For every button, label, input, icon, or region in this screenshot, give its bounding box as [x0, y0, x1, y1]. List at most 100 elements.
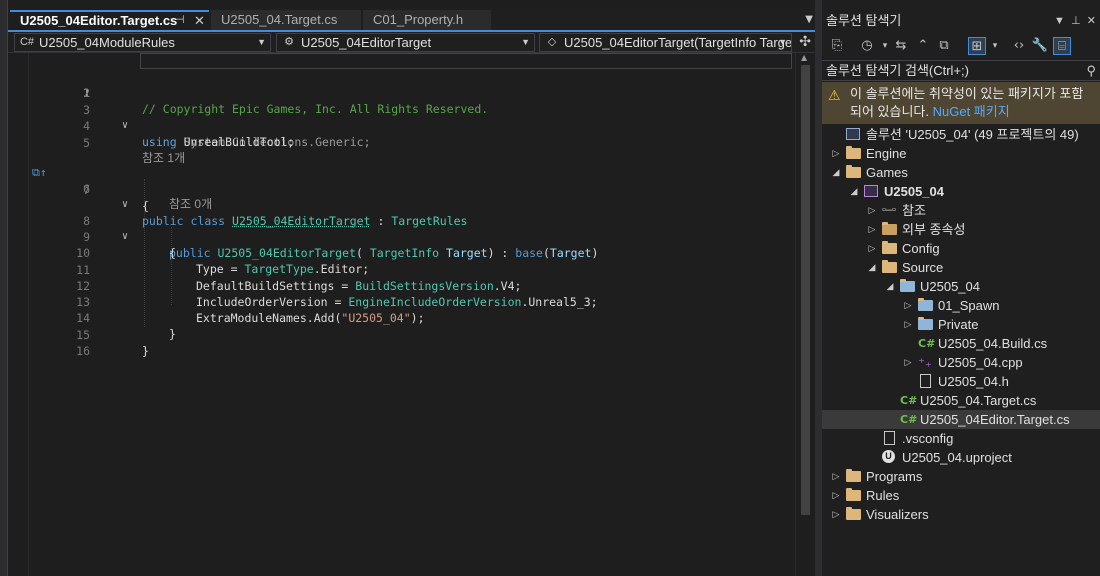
type-dropdown[interactable]: ⚙ U2505_04EditorTarget ▼ [276, 33, 535, 52]
document-tab-strip: U2505_04Editor.Target.cs ⊣ ✕ U2505_04.Ta… [8, 8, 815, 31]
expanded-chevron-icon[interactable]: ◢ [848, 182, 860, 201]
collapsed-chevron-icon[interactable]: ▷ [830, 467, 842, 486]
tree-item[interactable]: ▷ Rules [822, 486, 1100, 505]
close-icon[interactable]: ✕ [1087, 15, 1096, 27]
member-dropdown-value: U2505_04EditorTarget(TargetInfo Target) [564, 35, 792, 50]
tab-label: U2505_04Editor.Target.cs [20, 13, 178, 28]
code-line-3: 3 ∨ using UnrealBuildTool; [8, 86, 795, 149]
properties-wrench-icon[interactable]: 🔧 [1031, 37, 1049, 55]
folder-icon [882, 241, 898, 256]
collapsed-chevron-icon[interactable]: ▷ [866, 201, 878, 220]
tree-item-label: 01_Spawn [938, 296, 999, 315]
tab-property-h[interactable]: C01_Property.h [363, 10, 491, 31]
class-icon: ⚙ [284, 36, 294, 48]
tree-item[interactable]: U U2505_04.uproject [822, 448, 1100, 467]
folder-icon [846, 488, 862, 503]
tree-item-text: 솔루션 'U2505_04' [866, 127, 971, 142]
code-editor[interactable]: 1 // Copyright Epic Games, Inc. All Righ… [8, 53, 795, 576]
pin-icon[interactable]: ⊥ [1071, 15, 1081, 27]
tree-item[interactable]: U2505_04.h [822, 372, 1100, 391]
tree-item[interactable]: ▷ ⁺₊ U2505_04.cpp [822, 353, 1100, 372]
panel-splitter[interactable] [815, 0, 822, 576]
expanded-chevron-icon[interactable]: ◢ [866, 258, 878, 277]
tree-item[interactable]: ▷ Config [822, 239, 1100, 258]
tree-item[interactable]: C# U2505_04.Build.cs [822, 334, 1100, 353]
collapsed-chevron-icon[interactable]: ▷ [902, 296, 914, 315]
tab-overflow-dropdown-icon[interactable]: ▼ [805, 14, 813, 25]
tree-item-label: U2505_04.Build.cs [938, 334, 1047, 353]
tree-item[interactable]: 솔루션 'U2505_04' (49 프로젝트의 49) [822, 125, 1100, 144]
solution-explorer-header: 솔루션 탐색기 ▼ ⊥ ✕ [822, 10, 1100, 32]
view-code-icon[interactable]: ‹› [1010, 37, 1028, 55]
switch-views-icon[interactable]: ⎘ [828, 37, 846, 55]
project-dropdown[interactable]: C# U2505_04ModuleRules ▼ [14, 33, 271, 52]
tree-item-text: U2505_04 [884, 184, 944, 199]
sync-with-document-icon[interactable]: ⇆ [892, 37, 910, 55]
tree-item[interactable]: ▷ ▫–▫ 참조 [822, 201, 1100, 220]
tree-item-text: 참조 [902, 203, 926, 218]
tab-editor-target[interactable]: U2505_04Editor.Target.cs ⊣ ✕ [10, 10, 209, 31]
filter-folder-icon [918, 298, 934, 313]
panel-menu-icon[interactable]: ▼ [1054, 15, 1065, 27]
tree-item-text: U2505_04.uproject [902, 450, 1012, 465]
tree-item[interactable]: ◢ Games [822, 163, 1100, 182]
filter-icon[interactable]: ⊞ [968, 37, 986, 55]
collapsed-chevron-icon[interactable]: ▷ [830, 486, 842, 505]
pending-changes-icon[interactable]: ◷ [858, 37, 876, 55]
collapsed-chevron-icon[interactable]: ▷ [830, 505, 842, 524]
preview-selected-icon[interactable]: ⌸ [1053, 37, 1071, 55]
code-line-8: 8 ∨ public U2505_04EditorTarget( TargetI… [8, 197, 795, 260]
tree-item-text: U2505_04 [920, 279, 980, 294]
panel-title: 솔루션 탐색기 [826, 13, 902, 28]
tree-item[interactable]: ◢ U2505_04 [822, 277, 1100, 296]
tree-item-label: Games [866, 163, 908, 182]
show-all-files-icon[interactable]: ⧉ [935, 37, 953, 55]
tree-item[interactable]: ▷ Engine [822, 144, 1100, 163]
collapsed-chevron-icon[interactable]: ▷ [902, 353, 914, 372]
tree-item[interactable]: C# U2505_04Editor.Target.cs [822, 410, 1100, 429]
tree-item[interactable]: ◢ Source [822, 258, 1100, 277]
expanded-chevron-icon[interactable]: ◢ [830, 163, 842, 182]
left-tool-rail[interactable] [0, 0, 8, 576]
tab-target[interactable]: U2505_04.Target.cs [211, 10, 361, 31]
nuget-packages-link[interactable]: NuGet 패키지 [933, 104, 1010, 119]
scrollbar-thumb[interactable] [801, 65, 810, 515]
tree-item[interactable]: ▷ Visualizers [822, 505, 1100, 524]
tree-item[interactable]: ▷ Private [822, 315, 1100, 334]
header-file-icon [918, 374, 934, 389]
editor-area: U2505_04Editor.Target.cs ⊣ ✕ U2505_04.Ta… [0, 0, 815, 576]
line-number: 16 [76, 344, 90, 358]
search-placeholder: 솔루션 탐색기 검색(Ctrl+;) [826, 63, 969, 78]
tree-item[interactable]: .vsconfig [822, 429, 1100, 448]
code-line-4: 4 using System.Collections.Generic; [8, 102, 795, 149]
collapsed-chevron-icon[interactable]: ▷ [830, 144, 842, 163]
collapsed-chevron-icon[interactable]: ▷ [902, 315, 914, 334]
tree-item[interactable]: ▷ Programs [822, 467, 1100, 486]
tree-item[interactable]: ▷ 외부 종속성 [822, 220, 1100, 239]
solution-search-input[interactable]: 솔루션 탐색기 검색(Ctrl+;) ⚲ [822, 60, 1100, 81]
close-icon[interactable]: ✕ [194, 12, 205, 29]
pin-icon[interactable]: ⊣ [175, 12, 185, 29]
split-editor-icon[interactable]: ✣ [799, 34, 811, 50]
warning-icon: ⚠ [828, 87, 841, 103]
solution-icon [846, 127, 862, 142]
code-line-11: 11 DefaultBuildSettings = BuildSettingsV… [8, 246, 795, 293]
codelens-row: 참조 1개 [8, 134, 795, 165]
vertical-scrollbar[interactable]: ▲ [795, 53, 815, 576]
csharp-file-icon: C# [900, 394, 918, 407]
tree-item[interactable]: ◢ U2505_04 [822, 182, 1100, 201]
tree-item[interactable]: C# U2505_04.Target.cs [822, 391, 1100, 410]
scroll-up-icon[interactable]: ▲ [801, 53, 807, 62]
tree-item-label: U2505_04.Target.cs [920, 391, 1036, 410]
collapsed-chevron-icon[interactable]: ▷ [866, 239, 878, 258]
collapse-all-icon[interactable]: ⌃ [914, 37, 932, 55]
code-line-12: 12 IncludeOrderVersion = EngineIncludeOr… [8, 262, 795, 309]
collapsed-chevron-icon[interactable]: ▷ [866, 220, 878, 239]
tree-item[interactable]: ▷ 01_Spawn [822, 296, 1100, 315]
chevron-down-icon[interactable]: ▾ [986, 37, 1004, 55]
tree-item-label: U2505_04.uproject [902, 448, 1012, 467]
member-dropdown[interactable]: ◇ U2505_04EditorTarget(TargetInfo Target… [539, 33, 792, 52]
code-line-6: ⧉↑ 6 ∨ public class U2505_04EditorTarget… [8, 149, 795, 228]
expanded-chevron-icon[interactable]: ◢ [884, 277, 896, 296]
search-icon[interactable]: ⚲ [1086, 61, 1096, 80]
